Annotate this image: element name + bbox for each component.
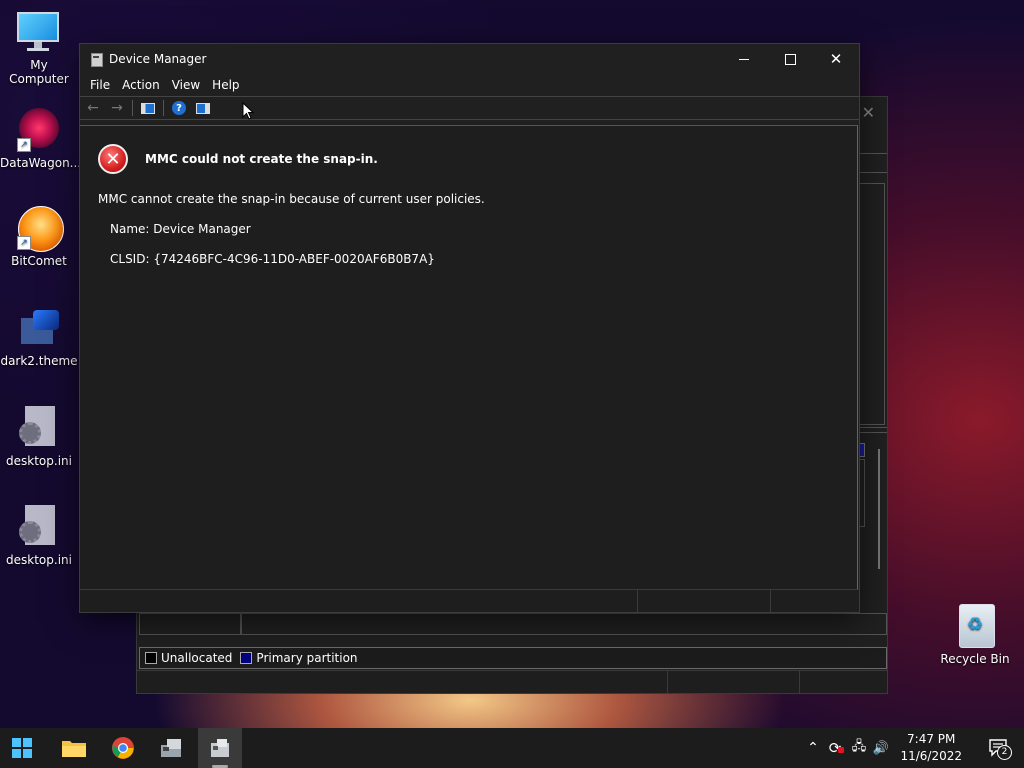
legend-swatch-primary: [240, 652, 253, 664]
desktop-icon-my-computer[interactable]: My Computer: [0, 10, 78, 86]
error-icon: ✕: [98, 144, 128, 174]
monitor-icon: [17, 10, 61, 54]
legend-primary-label: Primary partition: [256, 651, 358, 665]
volume-icon[interactable]: 🔊: [870, 741, 892, 756]
menu-file[interactable]: File: [84, 78, 116, 92]
chevron-up-icon[interactable]: ⌃: [804, 740, 822, 756]
shortcut-arrow-icon: ↗: [17, 236, 31, 250]
panel-edge: [859, 183, 885, 425]
snapin-clsid: CLSID: {74246BFC-4C96-11D0-ABEF-0020AF6B…: [110, 252, 435, 266]
menu-action[interactable]: Action: [116, 78, 166, 92]
legend-unallocated-label: Unallocated: [161, 651, 233, 665]
settings-file-icon: [17, 505, 61, 549]
help-icon: ?: [172, 101, 186, 115]
chrome-icon: [112, 737, 134, 759]
menu-bar: File Action View Help: [80, 74, 859, 96]
desktop-icon-label: BitComet: [11, 254, 67, 268]
status-divider: [770, 590, 771, 612]
desktop-icon-dark2-theme[interactable]: dark2.theme: [0, 306, 78, 368]
panel-edge: [859, 153, 887, 173]
action-pane-icon: [196, 102, 210, 114]
toolbar-separator: [163, 100, 164, 116]
close-button[interactable]: ✕: [813, 44, 859, 74]
minimize-icon: [739, 58, 749, 60]
device-manager-icon: [211, 739, 229, 757]
error-header: ✕ MMC could not create the snap-in.: [98, 144, 378, 174]
show-hide-console-tree-button[interactable]: [139, 100, 157, 116]
taskbar-device-manager[interactable]: [198, 728, 242, 768]
toolbar: ← → ?: [80, 96, 859, 120]
window-title: Device Manager: [109, 52, 207, 66]
desktop-icon-desktop-ini-1[interactable]: desktop.ini: [0, 406, 78, 468]
sync-icon[interactable]: ⟳: [822, 739, 848, 757]
mmc-icon: [161, 739, 181, 757]
settings-file-icon: [17, 406, 61, 450]
forward-button[interactable]: →: [108, 100, 126, 116]
desktop-icon-datawagon[interactable]: ↗ DataWagon...: [0, 108, 82, 170]
maximize-button[interactable]: [767, 44, 813, 74]
error-panel: ✕ MMC could not create the snap-in. MMC …: [80, 125, 858, 590]
menu-view[interactable]: View: [166, 78, 206, 92]
scrollbar[interactable]: [878, 449, 880, 569]
desktop-icon-label: DataWagon...: [0, 156, 82, 170]
close-icon: ✕: [829, 50, 843, 68]
notifications-button[interactable]: 2: [988, 738, 1012, 760]
bitcomet-icon: ↗: [17, 206, 64, 252]
system-tray: ⌃ ⟳ 🖧 🔊: [804, 728, 892, 768]
snapin-name: Name: Device Manager: [110, 222, 251, 236]
close-icon[interactable]: ✕: [862, 103, 875, 122]
clock-date: 11/6/2022: [900, 749, 962, 763]
maximize-icon: [784, 53, 796, 65]
desktop-icon-label: desktop.ini: [6, 553, 72, 567]
datawagon-icon: ↗: [17, 108, 61, 152]
theme-file-icon: [17, 306, 61, 350]
start-button[interactable]: [0, 728, 44, 768]
back-button[interactable]: ←: [84, 100, 102, 116]
status-divider: [637, 590, 638, 612]
shortcut-arrow-icon: ↗: [17, 138, 31, 152]
error-message: MMC cannot create the snap-in because of…: [98, 192, 485, 206]
taskbar-file-explorer[interactable]: [52, 728, 96, 768]
status-bar: [137, 670, 887, 693]
disk-cell: [241, 613, 887, 635]
clock[interactable]: 7:47 PM 11/6/2022: [900, 731, 962, 765]
desktop-icon-recycle-bin[interactable]: ♻ Recycle Bin: [936, 604, 1014, 666]
desktop-icon-label: My Computer: [9, 58, 69, 86]
desktop-icon-label: Recycle Bin: [940, 652, 1010, 666]
clock-time: 7:47 PM: [907, 732, 956, 746]
recycle-bin-icon: ♻: [953, 604, 997, 648]
desktop-icon-label: desktop.ini: [6, 454, 72, 468]
taskbar-chrome[interactable]: [101, 728, 145, 768]
desktop-icon-desktop-ini-2[interactable]: desktop.ini: [0, 505, 78, 567]
disk-cell: [139, 613, 241, 635]
desktop-icon-bitcomet[interactable]: ↗ BitComet: [0, 206, 78, 268]
notification-count-badge: 2: [997, 745, 1012, 760]
menu-help[interactable]: Help: [206, 78, 245, 92]
error-title: MMC could not create the snap-in.: [145, 152, 378, 166]
device-manager-icon: [89, 52, 103, 67]
taskbar: ⌃ ⟳ 🖧 🔊 7:47 PM 11/6/2022 2: [0, 728, 1024, 768]
arrow-left-icon: ←: [87, 100, 99, 116]
status-divider: [667, 671, 668, 693]
network-icon[interactable]: 🖧: [848, 737, 870, 759]
legend-swatch-unallocated: [145, 652, 157, 664]
taskbar-mmc[interactable]: [150, 728, 194, 768]
arrow-right-icon: →: [111, 100, 123, 116]
mouse-cursor-icon: [242, 101, 255, 123]
windows-logo-icon: [12, 738, 32, 758]
legend: Unallocated Primary partition: [139, 647, 887, 669]
status-divider: [799, 671, 800, 693]
status-bar: [80, 589, 859, 612]
folder-icon: [62, 741, 86, 757]
help-button[interactable]: ?: [170, 100, 188, 116]
console-tree-icon: [141, 102, 155, 114]
desktop-icon-label: dark2.theme: [0, 354, 78, 368]
minimize-button[interactable]: [721, 44, 767, 74]
device-manager-window[interactable]: Device Manager ✕ File Action View Help ←…: [79, 43, 860, 613]
title-bar[interactable]: Device Manager ✕: [80, 44, 859, 74]
panel-edge: [859, 427, 887, 433]
show-action-pane-button[interactable]: [194, 100, 212, 116]
toolbar-separator: [132, 100, 133, 116]
